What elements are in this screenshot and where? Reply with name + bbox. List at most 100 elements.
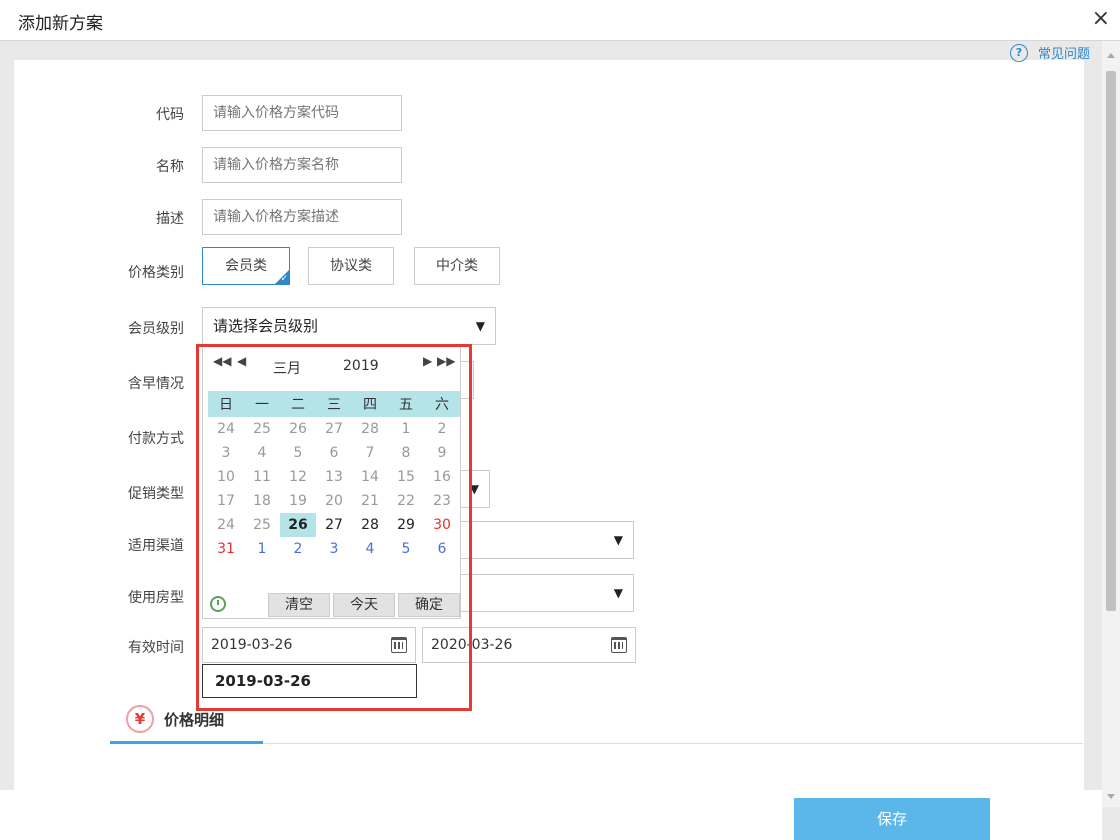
calendar-day[interactable]: 26 <box>280 513 316 537</box>
price-type-member-button[interactable]: 会员类 ✓ <box>202 247 290 285</box>
chevron-down-icon: ▼ <box>613 533 623 547</box>
calendar-day[interactable]: 20 <box>316 489 352 513</box>
end-date-input[interactable]: 2020-03-26 <box>422 627 636 663</box>
calendar-day[interactable]: 4 <box>244 441 280 465</box>
room-type-select[interactable]: ▼ <box>440 574 634 612</box>
section-divider <box>263 743 1083 744</box>
calendar-day[interactable]: 7 <box>352 441 388 465</box>
calendar-icon[interactable] <box>391 637 407 653</box>
calendar-day[interactable]: 10 <box>208 465 244 489</box>
calendar-day[interactable]: 18 <box>244 489 280 513</box>
yen-icon: ¥ <box>126 705 154 733</box>
calendar-day[interactable]: 28 <box>352 513 388 537</box>
scroll-up-arrow-icon[interactable] <box>1107 53 1115 58</box>
desc-label: 描述 <box>156 211 184 227</box>
calendar-day[interactable]: 17 <box>208 489 244 513</box>
channel-select[interactable]: ▼ <box>440 521 634 559</box>
scrollbar[interactable] <box>1102 41 1120 807</box>
scroll-thumb[interactable] <box>1106 71 1116 611</box>
calendar-day[interactable]: 24 <box>208 417 244 441</box>
calendar-day[interactable]: 25 <box>244 417 280 441</box>
calendar-day[interactable]: 19 <box>280 489 316 513</box>
datepicker-month[interactable]: 三月 <box>273 358 301 378</box>
confirm-button[interactable]: 确定 <box>398 593 460 617</box>
calendar-day[interactable]: 6 <box>316 441 352 465</box>
promo-type-label: 促销类型 <box>128 486 184 502</box>
question-icon: ? <box>1009 43 1028 62</box>
calendar-day[interactable]: 14 <box>352 465 388 489</box>
calendar-day[interactable]: 25 <box>244 513 280 537</box>
clock-icon[interactable] <box>210 596 226 612</box>
channel-label: 适用渠道 <box>128 538 184 554</box>
save-button[interactable]: 保存 <box>794 798 990 840</box>
price-type-agency-button[interactable]: 中介类 <box>414 247 500 285</box>
calendar-day[interactable]: 28 <box>352 417 388 441</box>
calendar-day[interactable]: 15 <box>388 465 424 489</box>
prev-month-icon[interactable]: ◀ <box>237 354 246 368</box>
next-year-icon[interactable]: ▶▶ <box>437 354 455 368</box>
weekday-header: 五 <box>388 391 424 417</box>
prev-year-icon[interactable]: ◀◀ <box>213 354 231 368</box>
code-label: 代码 <box>156 107 184 123</box>
calendar-day[interactable]: 4 <box>352 537 388 561</box>
dialog-title: 添加新方案 <box>18 14 103 34</box>
calendar-grid: 日一二三四五六 24 25 26 27 28 1 2 3 4 5 6 7 8 9 10 11 12 13 14 15 1… <box>208 391 460 561</box>
calendar-day[interactable]: 2 <box>280 537 316 561</box>
calendar-day[interactable]: 29 <box>388 513 424 537</box>
clear-button[interactable]: 清空 <box>268 593 330 617</box>
today-button[interactable]: 今天 <box>333 593 395 617</box>
calendar-day[interactable]: 21 <box>352 489 388 513</box>
valid-time-label: 有效时间 <box>128 640 184 656</box>
calendar-day[interactable]: 23 <box>424 489 460 513</box>
calendar-day[interactable]: 13 <box>316 465 352 489</box>
calendar-day[interactable]: 3 <box>208 441 244 465</box>
start-date-input[interactable]: 2019-03-26 <box>202 627 416 663</box>
calendar-day[interactable]: 6 <box>424 537 460 561</box>
calendar-day[interactable]: 27 <box>316 513 352 537</box>
room-type-label: 使用房型 <box>128 590 184 606</box>
scroll-down-arrow-icon[interactable] <box>1107 794 1115 799</box>
tab-underline <box>110 741 263 744</box>
name-label: 名称 <box>156 159 184 175</box>
weekday-header: 六 <box>424 391 460 417</box>
calendar-day[interactable]: 16 <box>424 465 460 489</box>
code-input[interactable] <box>202 95 402 131</box>
datepicker-year[interactable]: 2019 <box>343 358 379 374</box>
calendar-day[interactable]: 1 <box>244 537 280 561</box>
breakfast-label: 含早情况 <box>128 376 184 392</box>
weekday-header: 一 <box>244 391 280 417</box>
price-type-agreement-button[interactable]: 协议类 <box>308 247 394 285</box>
price-type-label: 价格类别 <box>128 265 184 281</box>
date-suggestion[interactable]: 2019-03-26 <box>202 664 417 698</box>
calendar-day[interactable]: 5 <box>280 441 316 465</box>
close-icon[interactable]: × <box>1092 6 1110 32</box>
name-input[interactable] <box>202 147 402 183</box>
calendar-day[interactable]: 24 <box>208 513 244 537</box>
calendar-day[interactable]: 11 <box>244 465 280 489</box>
calendar-day[interactable]: 22 <box>388 489 424 513</box>
calendar-day[interactable]: 3 <box>316 537 352 561</box>
calendar-day[interactable]: 12 <box>280 465 316 489</box>
next-month-icon[interactable]: ▶ <box>423 354 432 368</box>
calendar-day[interactable]: 2 <box>424 417 460 441</box>
check-icon: ✓ <box>280 274 288 284</box>
datepicker-popup: ◀◀ ◀ 三月 2019 ▶ ▶▶ 日一二三四五六 24 25 26 27 28 1 2 3 4… <box>202 345 461 619</box>
calendar-day[interactable]: 8 <box>388 441 424 465</box>
calendar-day[interactable]: 26 <box>280 417 316 441</box>
calendar-day[interactable]: 5 <box>388 537 424 561</box>
calendar-day[interactable]: 27 <box>316 417 352 441</box>
help-link[interactable]: ? 常见问题 <box>1009 43 1090 62</box>
member-level-select[interactable]: 请选择会员级别 ▼ <box>202 307 496 345</box>
calendar-day[interactable]: 31 <box>208 537 244 561</box>
calendar-day[interactable]: 30 <box>424 513 460 537</box>
desc-input[interactable] <box>202 199 402 235</box>
member-level-label: 会员级别 <box>128 321 184 337</box>
chevron-down-icon: ▼ <box>469 482 479 496</box>
calendar-day[interactable]: 1 <box>388 417 424 441</box>
payment-label: 付款方式 <box>128 431 184 447</box>
calendar-day[interactable]: 9 <box>424 441 460 465</box>
section-title[interactable]: ¥ 价格明细 <box>126 705 224 733</box>
chevron-down-icon: ▼ <box>475 319 485 333</box>
weekday-header: 四 <box>352 391 388 417</box>
calendar-icon[interactable] <box>611 637 627 653</box>
